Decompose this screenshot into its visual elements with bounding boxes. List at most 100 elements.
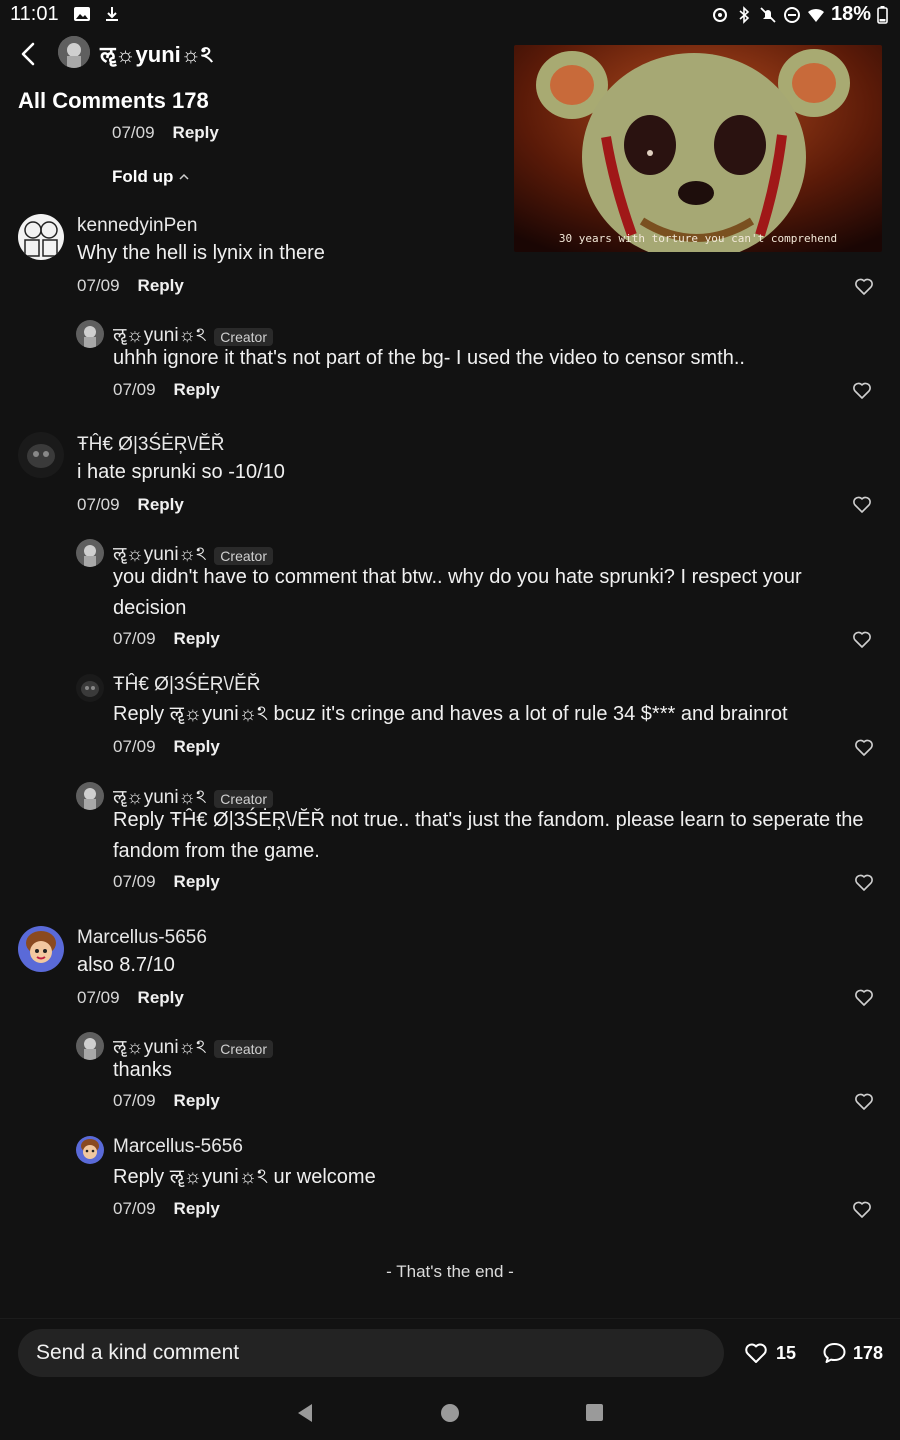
comment-meta: 07/09 Reply: [112, 123, 219, 143]
speech-bubble-icon: [823, 1343, 846, 1363]
comment-author[interactable]: ŦĤ€ Ø|3ŚĖŖ\/ĔŘ: [113, 674, 260, 696]
battery-percent: 18%: [830, 3, 871, 25]
avatar[interactable]: [76, 1136, 104, 1164]
comment-meta: 07/09 Reply: [113, 1199, 220, 1219]
comment-count: 178: [853, 1342, 884, 1363]
comment-date: 07/09: [113, 872, 156, 891]
comment-item: kennedyinPen Why the hell is lynix in th…: [0, 210, 900, 300]
avatar[interactable]: [76, 539, 104, 567]
reply-button[interactable]: Reply: [174, 737, 220, 757]
heart-outline-icon[interactable]: [854, 1092, 874, 1112]
avatar[interactable]: [18, 432, 64, 478]
avatar[interactable]: [76, 320, 104, 348]
comment-date: 07/09: [113, 380, 156, 399]
comment-date: 07/09: [77, 495, 120, 514]
comment-meta: 07/09 Reply: [77, 988, 184, 1008]
heart-outline-icon[interactable]: [852, 630, 872, 650]
avatar[interactable]: [18, 926, 64, 972]
comment-meta: 07/09 Reply: [113, 737, 220, 757]
comment-item: Marcellus-5656 also 8.7/10 07/09 Reply: [0, 922, 900, 1012]
comment-author[interactable]: Marcellus-5656: [77, 927, 207, 949]
comment-date: 07/09: [112, 123, 155, 142]
avatar[interactable]: [76, 674, 104, 702]
comment-date: 07/09: [77, 276, 120, 295]
battery-icon: [877, 5, 888, 24]
wifi-icon: [807, 8, 824, 22]
nav-back-icon[interactable]: [296, 1403, 314, 1423]
reply-button[interactable]: Reply: [138, 276, 184, 296]
comment-text: Why the hell is lynix in there: [77, 242, 325, 264]
comment-text: you didn't have to comment that btw.. wh…: [113, 566, 802, 619]
comment-date: 07/09: [113, 1199, 156, 1218]
comment-meta: 07/09 Reply: [113, 629, 220, 649]
comment-count-button[interactable]: 178: [822, 1341, 883, 1365]
end-of-list-text: - That's the end -: [386, 1262, 514, 1281]
heart-outline-icon: [745, 1343, 767, 1363]
comment-text: Reply ॡ☼yuni☼ঽ ur welcome: [113, 1166, 376, 1188]
comment-date: 07/09: [113, 629, 156, 648]
avatar[interactable]: [76, 1032, 104, 1060]
bluetooth-icon: [739, 5, 750, 24]
fold-up-label: Fold up: [112, 167, 174, 186]
comment-composer-bar: Send a kind comment 15 178: [0, 1318, 900, 1388]
comment-text: also 8.7/10: [77, 954, 175, 976]
comment-item: Marcellus-5656 Reply ॡ☼yuni☼ঽ ur welcome…: [0, 1135, 900, 1225]
like-count-button[interactable]: 15: [744, 1341, 796, 1365]
comment-author[interactable]: kennedyinPen: [77, 215, 197, 237]
heart-outline-icon[interactable]: [852, 495, 872, 515]
reply-button[interactable]: Reply: [173, 123, 219, 143]
reply-button[interactable]: Reply: [138, 495, 184, 515]
comment-date: 07/09: [77, 988, 120, 1007]
page-title[interactable]: ॡ☼yuni☼ঽ: [100, 38, 213, 75]
heart-outline-icon[interactable]: [854, 738, 874, 758]
gallery-icon: [74, 7, 90, 21]
comment-text: uhhh ignore it that's not part of the bg…: [113, 347, 745, 369]
comment-item: ॡ☼yuni☼ঽ Creator uhhh ignore it that's n…: [0, 318, 900, 408]
reply-button[interactable]: Reply: [174, 1199, 220, 1219]
reply-button[interactable]: Reply: [138, 988, 184, 1008]
heart-outline-icon[interactable]: [852, 381, 872, 401]
avatar[interactable]: [58, 36, 90, 68]
mute-icon: [760, 6, 776, 23]
comment-text: Reply ॡ☼yuni☼ঽ bcuz it's cringe and have…: [113, 703, 788, 725]
comment-meta: 07/09 Reply: [113, 380, 220, 400]
comment-text: Reply ŦĤ€ Ø|3ŚĖŖ\/ĔŘ not true.. that's j…: [113, 809, 864, 862]
comment-author[interactable]: Marcellus-5656: [113, 1136, 243, 1158]
comment-item: ॡ☼yuni☼ঽ Creator you didn't have to comm…: [0, 537, 900, 657]
do-not-disturb-icon: [783, 6, 800, 23]
comment-date: 07/09: [113, 737, 156, 756]
comment-item: ŦĤ€ Ø|3ŚĖŖ\/ĔŘ i hate sprunki so -10/10 …: [0, 430, 900, 520]
avatar[interactable]: [76, 782, 104, 810]
comment-item: ॡ☼yuni☼ঽ Creator thanks 07/09 Reply: [0, 1030, 900, 1120]
heart-outline-icon[interactable]: [854, 873, 874, 893]
comment-input[interactable]: Send a kind comment: [18, 1329, 724, 1377]
comments-heading: All Comments 178: [18, 88, 209, 113]
avatar[interactable]: [18, 214, 64, 260]
comment-item: ŦĤ€ Ø|3ŚĖŖ\/ĔŘ Reply ॡ☼yuni☼ঽ bcuz it's …: [0, 672, 900, 762]
comment-meta: 07/09 Reply: [77, 495, 184, 515]
reply-button[interactable]: Reply: [174, 1091, 220, 1111]
heart-outline-icon[interactable]: [854, 277, 874, 297]
chevron-up-icon: [179, 173, 189, 180]
comment-author[interactable]: ŦĤ€ Ø|3ŚĖŖ\/ĔŘ: [77, 434, 224, 456]
comment-meta: 07/09 Reply: [113, 1091, 220, 1111]
fold-up-button[interactable]: Fold up: [112, 167, 189, 187]
reply-button[interactable]: Reply: [174, 629, 220, 649]
nav-recents-icon[interactable]: [586, 1404, 603, 1421]
chevron-left-icon[interactable]: [14, 38, 42, 70]
comment-date: 07/09: [113, 1091, 156, 1110]
comment-item: ॡ☼yuni☼ঽ Creator Reply ŦĤ€ Ø|3ŚĖŖ\/ĔŘ no…: [0, 780, 900, 900]
comment-text: i hate sprunki so -10/10: [77, 461, 285, 483]
comment-text: thanks: [113, 1059, 172, 1081]
location-icon: [712, 7, 727, 22]
like-count: 15: [776, 1342, 797, 1363]
comment-meta: 07/09 Reply: [77, 276, 184, 296]
download-icon: [106, 7, 118, 21]
reply-button[interactable]: Reply: [174, 872, 220, 892]
heart-outline-icon[interactable]: [854, 988, 874, 1008]
comment-meta: 07/09 Reply: [113, 872, 220, 892]
nav-home-icon[interactable]: [441, 1404, 459, 1422]
reply-button[interactable]: Reply: [174, 380, 220, 400]
creator-badge: Creator: [214, 1040, 273, 1058]
heart-outline-icon[interactable]: [852, 1200, 872, 1220]
